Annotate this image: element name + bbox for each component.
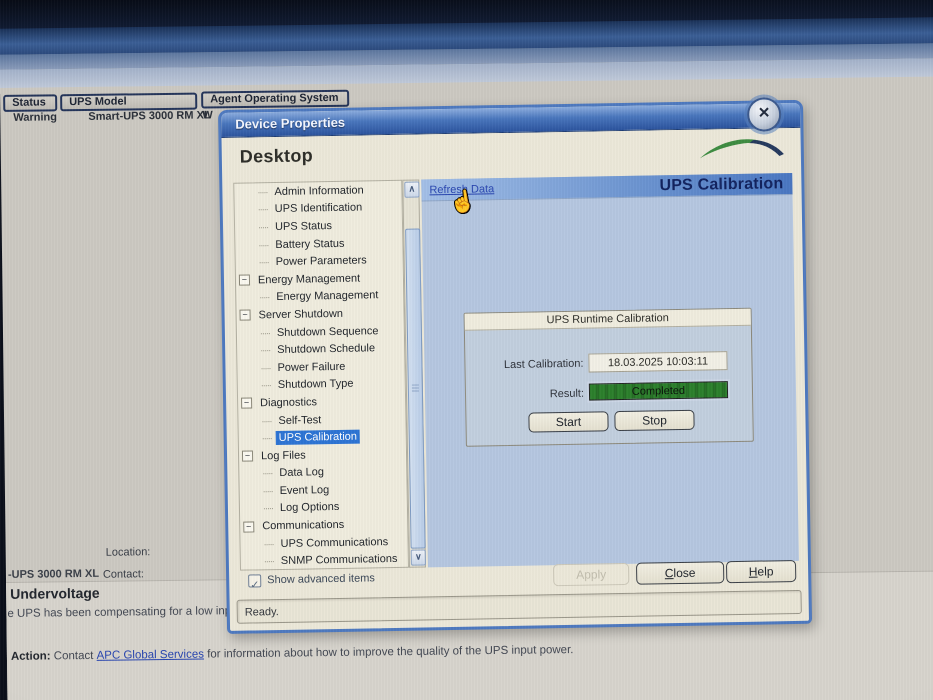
tree-item-label: UPS Status [274,220,333,234]
tree-connector [262,437,272,440]
tree-connector [261,366,271,370]
tree-connector [264,560,274,563]
location-label: Location: [105,546,151,559]
action-text: Contact [53,649,94,663]
device-status-cell: Warning [13,111,58,124]
tree-item-label: Log Options [279,501,340,515]
tree-item-snmp-communications[interactable]: SNMP Communications [241,550,408,570]
hand-cursor-icon: ☝ [447,188,478,216]
device-properties-dialog: Device Properties × Desktop Admin Inform… [218,97,813,634]
last-calibration-label: Last Calibration: [503,357,584,372]
runtime-calibration-groupbox: UPS Runtime Calibration Last Calibration… [463,307,754,447]
close-icon: × [758,102,770,124]
tree-item-label: Power Failure [277,360,346,374]
check-icon: ✓ [250,579,260,592]
tree-item-label: Communications [262,518,345,533]
help-button[interactable]: Help [725,559,797,584]
panel-header: Refresh Data UPS Calibration [421,172,793,202]
tree-item-label: Server Shutdown [258,307,344,322]
show-advanced-label: Show advanced items [267,572,375,587]
device-os-cell-clipped: W [202,109,213,122]
start-button-label: Start [555,414,582,430]
column-header-status[interactable]: Status [3,94,58,112]
tree-item-label: Admin Information [274,184,364,198]
scroll-down-icon[interactable]: ∨ [410,549,426,566]
tree-item-label: UPS Identification [274,201,363,216]
groupbox-title: UPS Runtime Calibration [464,308,751,331]
collapse-icon[interactable]: − [243,521,255,533]
tree-item-label: Log Files [260,449,306,463]
apply-button[interactable]: Apply [552,562,630,587]
contact-label: Contact: [102,568,144,581]
tree-item-label: Shutdown Sequence [276,324,379,339]
tree-connector [259,243,269,246]
content-panel: Refresh Data UPS Calibration ☝ UPS Runti… [421,172,799,568]
collapse-icon[interactable]: − [239,309,251,322]
help-button-label: Help [748,564,774,579]
tree-connector [261,349,271,352]
stop-button-label: Stop [642,413,667,428]
column-header-agent-os[interactable]: Agent Operating System [201,89,350,109]
tree-item-label: Shutdown Type [277,378,354,392]
action-label: Action: [10,650,51,663]
scroll-up-icon[interactable]: ∧ [404,181,420,198]
device-model-cell: Smart-UPS 3000 RM XL [88,109,211,123]
tree-connector [260,331,270,334]
tree-connector [259,261,269,264]
close-dialog-button[interactable]: Close [635,561,725,585]
apc-global-services-link[interactable]: APC Global Services [97,649,205,662]
tree-connector [263,489,273,493]
tree-connector [259,226,269,229]
tree-item-label-selected: UPS Calibration [275,429,361,446]
page-title: UPS Calibration [659,174,784,194]
tree-item-label: Self-Test [278,413,322,427]
close-button-label: Close [664,565,696,581]
collapse-icon[interactable]: − [241,450,254,462]
tree-connector [260,296,270,299]
collapse-icon[interactable]: − [241,397,253,410]
status-bar: Ready. [236,589,802,624]
tree-connector [258,190,268,194]
last-calibration-field[interactable]: 18.03.2025 10:03:11 [588,351,728,373]
apc-swoosh-logo [699,139,784,159]
tree-connector [261,384,271,387]
collapse-icon[interactable]: − [238,274,251,286]
tree-item-label: Energy Management [257,272,361,287]
photographed-monitor: Status UPS Model Agent Operating System … [0,0,933,700]
tree-connector [263,472,273,475]
show-advanced-checkbox[interactable]: ✓ [248,574,262,592]
tree-item-label: Diagnostics [260,396,318,410]
tree-item-label: Shutdown Schedule [277,342,376,357]
result-label: Result: [549,387,585,401]
tree-connector [258,208,268,211]
stop-button[interactable]: Stop [614,409,695,432]
navigation-tree: Admin Information UPS Identification UPS… [233,179,410,571]
apply-button-label: Apply [576,567,607,582]
tree-item-label: SNMP Communications [280,553,398,568]
event-title: Undervoltage [10,584,100,602]
tree-item-label: Event Log [279,484,330,497]
tree-item-label: Battery Status [275,237,345,251]
tree-item-label: UPS Communications [280,535,389,550]
tree-connector [262,419,272,422]
column-header-ups-model[interactable]: UPS Model [60,92,198,112]
section-header: Desktop [239,145,314,167]
dialog-body: Desktop Admin Information UPS Identifica… [221,128,809,631]
tree-item-label: Data Log [279,466,325,480]
start-button[interactable]: Start [528,411,609,433]
tree-connector [264,542,274,545]
result-progress-bar: Completed [588,381,729,401]
tree-item-label: Energy Management [276,289,379,304]
tree-item-label: Power Parameters [275,254,367,269]
tree-connector [263,507,273,510]
model-fragment: -UPS 3000 RM XL [7,567,100,581]
